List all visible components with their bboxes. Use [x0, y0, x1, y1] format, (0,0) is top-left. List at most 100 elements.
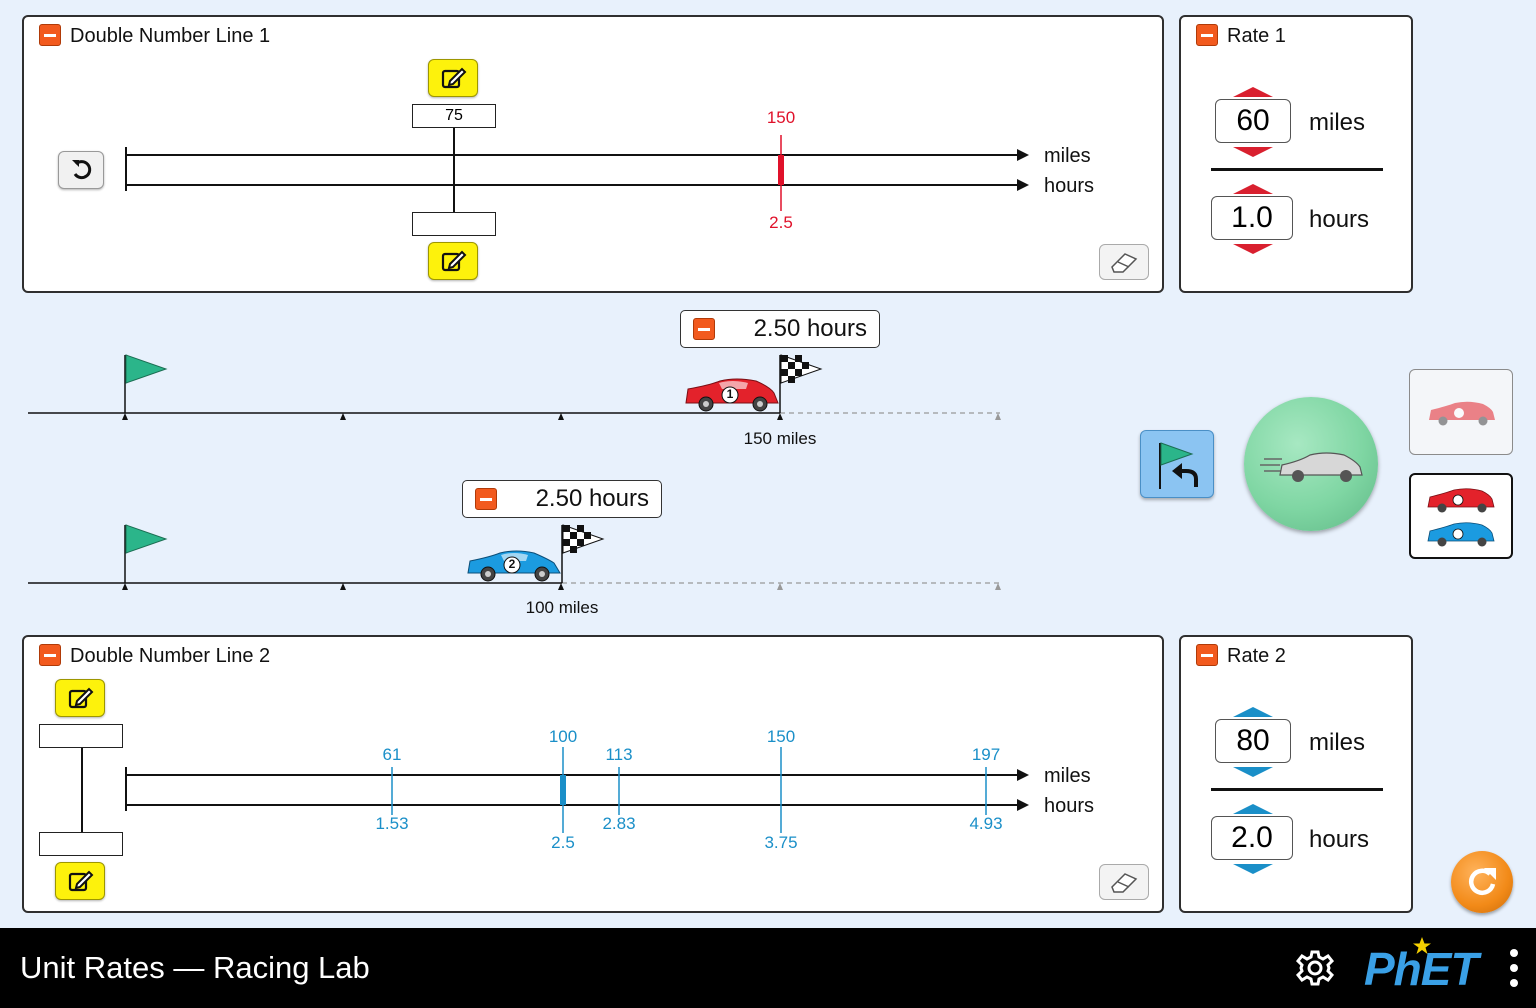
dnl2-marker-bottom-label: 3.75 — [764, 833, 798, 852]
rate1-top-decrement[interactable] — [1233, 147, 1273, 157]
more-icon[interactable] — [1508, 948, 1520, 988]
rate1-bottom-increment[interactable] — [1233, 184, 1273, 194]
single-car-view-button[interactable] — [1409, 369, 1513, 455]
dnl2-title: Double Number Line 2 — [70, 645, 271, 667]
double-number-line-1-panel: Double Number Line 1 75 150 2.5 miles ho… — [22, 15, 1164, 293]
phet-star-icon — [1413, 937, 1431, 954]
dnl1-marker-bottom-label: 2.5 — [769, 213, 793, 232]
double-number-line-2-panel: Double Number Line 2 61 1.53 100 2.5 113… — [22, 635, 1164, 913]
race1-timer-text: 2.50 hours — [753, 315, 867, 342]
rate2-top-unit: miles — [1309, 729, 1366, 756]
car-play-icon — [1260, 452, 1363, 482]
eraser-icon — [1111, 253, 1138, 273]
dnl2-units-bottom: hours — [1044, 795, 1095, 817]
rate-1-panel: Rate 1 60 miles 1.0 hours — [1179, 15, 1413, 293]
finish-flag-icon — [779, 354, 823, 413]
navigation-bar: Unit Rates — Racing Lab PhET — [0, 928, 1536, 1008]
dnl2-top-value-box[interactable] — [39, 724, 123, 748]
dnl2-marker-bottom-label: 4.93 — [969, 814, 1003, 833]
collapse-race2-timer-button[interactable] — [475, 488, 497, 510]
edit-bottom-value-button[interactable] — [55, 862, 105, 900]
dnl2-units-top: miles — [1044, 765, 1091, 787]
rate-2-panel: Rate 2 80 miles 2.0 hours — [1179, 635, 1413, 913]
start-flag-icon — [124, 354, 168, 413]
dnl1-units-bottom: hours — [1044, 175, 1095, 197]
eraser-icon — [1111, 873, 1138, 893]
rate2-bottom-value[interactable]: 2.0 — [1211, 816, 1293, 860]
pencil-icon — [68, 687, 94, 709]
collapse-dnl2-button[interactable] — [39, 644, 61, 666]
pencil-icon — [441, 67, 467, 89]
dnl1-axes — [125, 128, 1029, 212]
dnl2-marker-top-label: 100 — [548, 727, 578, 746]
return-flag-icon — [1159, 442, 1198, 489]
race2-car-number: 2 — [508, 557, 516, 571]
dnl2-marker-top-label: 113 — [605, 745, 633, 764]
race2-timer-text: 2.50 hours — [535, 485, 649, 512]
pencil-icon — [68, 870, 94, 892]
edit-bottom-value-button[interactable] — [428, 242, 478, 280]
dnl2-marker-handle[interactable] — [560, 775, 566, 805]
race1-timer: 2.50 hours — [680, 310, 880, 348]
rate1-bottom-decrement[interactable] — [1233, 244, 1273, 254]
app-title: Unit Rates — Racing Lab — [20, 950, 370, 985]
pencil-icon — [441, 250, 467, 272]
red-car-icon — [1429, 401, 1495, 426]
rate2-top-decrement[interactable] — [1233, 767, 1273, 777]
dnl2-marker-bottom-label: 2.83 — [602, 814, 636, 833]
play-race-button[interactable] — [1244, 397, 1378, 531]
dnl2-axes — [125, 747, 1029, 833]
two-car-view-button[interactable] — [1409, 473, 1513, 559]
red-car-icon — [1427, 488, 1495, 513]
rate1-top-value[interactable]: 60 — [1215, 99, 1291, 143]
dnl1-units-top: miles — [1044, 145, 1091, 167]
rate1-bottom-value[interactable]: 1.0 — [1211, 196, 1293, 240]
dnl1-marker-top-label: 150 — [766, 108, 796, 127]
rate1-top-unit: miles — [1309, 109, 1366, 136]
collapse-dnl1-button[interactable] — [39, 24, 61, 46]
rate2-top-increment[interactable] — [1233, 707, 1273, 717]
rate2-bottom-decrement[interactable] — [1233, 864, 1273, 874]
dnl1-title: Double Number Line 1 — [70, 25, 271, 47]
gear-icon[interactable] — [1295, 948, 1335, 988]
dnl2-marker-top-label: 197 — [971, 745, 1001, 764]
collapse-rate1-button[interactable] — [1196, 24, 1218, 46]
blue-car-icon — [1427, 522, 1495, 547]
reset-all-icon — [1468, 868, 1496, 895]
race1-car-number: 1 — [726, 387, 734, 401]
dnl1-marker-handle[interactable] — [778, 155, 784, 185]
rate2-title: Rate 2 — [1227, 645, 1286, 667]
dnl2-marker-top-label: 61 — [382, 745, 402, 764]
dnl2-marker-bottom-label: 2.5 — [551, 833, 575, 852]
dnl2-edit-connector — [81, 748, 83, 832]
undo-button[interactable] — [58, 151, 104, 189]
dnl2-marker-top-label: 150 — [766, 727, 796, 746]
rate1-divider — [1211, 168, 1383, 171]
dnl2-eraser-button[interactable] — [1099, 864, 1149, 900]
undo-icon — [72, 160, 92, 180]
rate2-bottom-increment[interactable] — [1233, 804, 1273, 814]
dnl1-eraser-button[interactable] — [1099, 244, 1149, 280]
race2-timer: 2.50 hours — [462, 480, 662, 518]
rate2-divider — [1211, 788, 1383, 791]
rate1-title: Rate 1 — [1227, 25, 1286, 47]
rate2-top-value[interactable]: 80 — [1215, 719, 1291, 763]
dnl2-marker-bottom-label: 1.53 — [375, 814, 409, 833]
race-track-1 — [28, 354, 1001, 420]
phet-logo[interactable]: PhET — [1362, 937, 1494, 996]
collapse-race1-timer-button[interactable] — [693, 318, 715, 340]
dnl2-bottom-value-box[interactable] — [39, 832, 123, 856]
collapse-rate2-button[interactable] — [1196, 644, 1218, 666]
race1-distance-label: 150 miles — [743, 429, 817, 448]
dnl1-top-value-box[interactable]: 75 — [412, 104, 496, 128]
edit-top-value-button[interactable] — [55, 679, 105, 717]
rate1-bottom-unit: hours — [1309, 206, 1370, 233]
reset-all-button[interactable] — [1451, 851, 1513, 913]
start-flag-icon — [124, 524, 168, 583]
race2-distance-label: 100 miles — [525, 598, 599, 617]
finish-flag-icon — [561, 524, 605, 583]
rate1-top-increment[interactable] — [1233, 87, 1273, 97]
return-cars-button[interactable] — [1140, 430, 1214, 498]
rate2-bottom-unit: hours — [1309, 826, 1370, 853]
edit-top-value-button[interactable] — [428, 59, 478, 97]
